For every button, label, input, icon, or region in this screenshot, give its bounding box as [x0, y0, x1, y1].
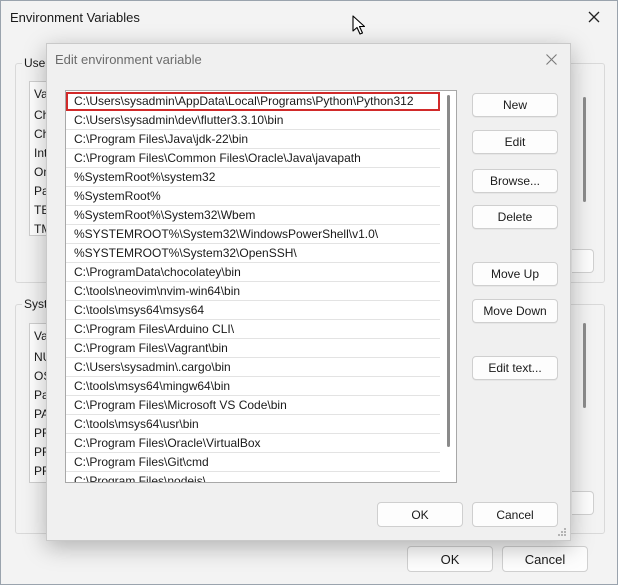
path-row-selected[interactable]: C:\Users\sysadmin\AppData\Local\Programs… — [66, 92, 440, 111]
path-row[interactable]: %SYSTEMROOT%\System32\OpenSSH\ — [66, 244, 440, 263]
path-row[interactable]: C:\Program Files\Vagrant\bin — [66, 339, 440, 358]
move-up-button[interactable]: Move Up — [472, 262, 558, 286]
path-row[interactable]: C:\Program Files\Oracle\VirtualBox — [66, 434, 440, 453]
browse-button[interactable]: Browse... — [472, 169, 558, 193]
user-partial-button[interactable] — [572, 249, 594, 273]
system-partial-button[interactable] — [572, 491, 594, 515]
edit-environment-variable-dialog: Edit environment variable C:\Users\sysad… — [46, 43, 571, 541]
path-row[interactable]: C:\Users\sysadmin\dev\flutter3.3.10\bin — [66, 111, 440, 130]
window-title: Environment Variables — [10, 10, 140, 25]
path-row[interactable]: C:\tools\msys64\mingw64\bin — [66, 377, 440, 396]
path-row[interactable]: C:\Program Files\Microsoft VS Code\bin — [66, 396, 440, 415]
dialog-cancel-button[interactable]: Cancel — [472, 502, 558, 527]
close-icon — [545, 53, 557, 65]
path-list-scrollbar[interactable] — [447, 95, 450, 447]
path-row[interactable]: C:\tools\neovim\nvim-win64\bin — [66, 282, 440, 301]
path-row[interactable]: C:\Program Files\nodejs\ — [66, 472, 440, 482]
path-row[interactable]: C:\tools\msys64\usr\bin — [66, 415, 440, 434]
path-row[interactable]: C:\Program Files\Common Files\Oracle\Jav… — [66, 149, 440, 168]
path-row[interactable]: %SYSTEMROOT%\System32\WindowsPowerShell\… — [66, 225, 440, 244]
edit-text-button[interactable]: Edit text... — [472, 356, 558, 380]
system-list-scrollbar[interactable] — [583, 323, 586, 408]
cancel-button[interactable]: Cancel — [502, 546, 588, 572]
path-row[interactable]: %SystemRoot%\System32\Wbem — [66, 206, 440, 225]
path-list[interactable]: C:\Users\sysadmin\AppData\Local\Programs… — [65, 90, 457, 483]
window-close-button[interactable] — [571, 1, 617, 33]
ok-button[interactable]: OK — [407, 546, 493, 572]
path-row[interactable]: C:\Program Files\Java\jdk-22\bin — [66, 130, 440, 149]
path-row[interactable]: %SystemRoot%\system32 — [66, 168, 440, 187]
path-row[interactable]: C:\ProgramData\chocolatey\bin — [66, 263, 440, 282]
delete-button[interactable]: Delete — [472, 205, 558, 229]
dialog-ok-button[interactable]: OK — [377, 502, 463, 527]
path-row[interactable]: C:\tools\msys64\msys64 — [66, 301, 440, 320]
path-row[interactable]: C:\Users\sysadmin\.cargo\bin — [66, 358, 440, 377]
path-row[interactable]: C:\Program Files\Git\cmd — [66, 453, 440, 472]
dialog-title: Edit environment variable — [55, 52, 202, 67]
window-titlebar: Environment Variables — [1, 1, 617, 33]
close-icon — [588, 11, 600, 23]
user-list-scrollbar[interactable] — [583, 97, 586, 202]
edit-button[interactable]: Edit — [472, 130, 558, 154]
move-down-button[interactable]: Move Down — [472, 299, 558, 323]
resize-grip-icon[interactable] — [557, 527, 567, 537]
mouse-cursor-icon — [352, 15, 366, 35]
dialog-close-button[interactable] — [536, 46, 566, 72]
path-row[interactable]: C:\Program Files\Arduino CLI\ — [66, 320, 440, 339]
path-row[interactable]: %SystemRoot% — [66, 187, 440, 206]
new-button[interactable]: New — [472, 93, 558, 117]
